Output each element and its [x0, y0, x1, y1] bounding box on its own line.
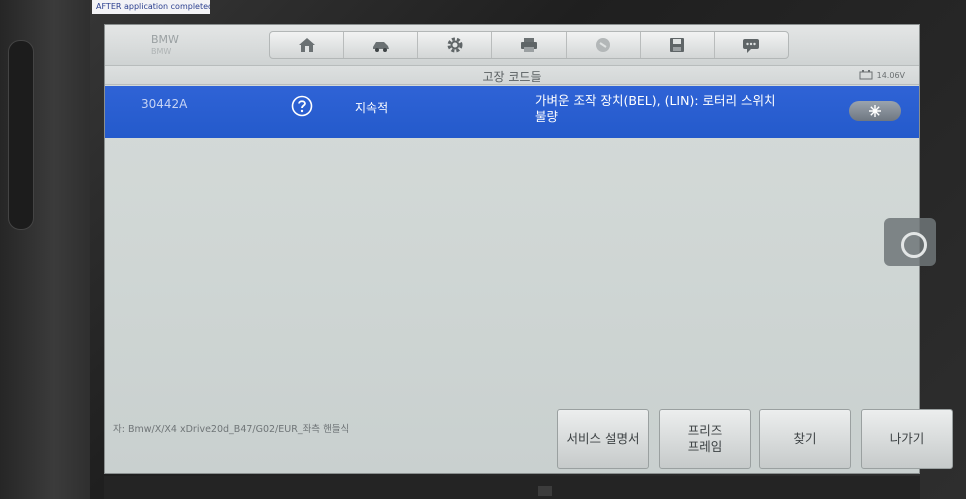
- printer-icon: [520, 38, 537, 52]
- freeze-frame-label: 프리즈 프레임: [688, 423, 723, 455]
- bottom-bezel: [104, 476, 920, 499]
- floating-assist-button[interactable]: [884, 218, 936, 266]
- help-button[interactable]: [567, 32, 641, 58]
- freeze-frame-label-line2: 프레임: [687, 439, 723, 454]
- vehicle-swap-button[interactable]: [344, 32, 419, 58]
- dtc-description-line2: 불량: [535, 109, 559, 124]
- battery-voltage: 14.06V: [876, 70, 905, 80]
- screen: BMW BMW 고장 코드들 14.06V 30442A 지속적 가벼운 조작 …: [104, 24, 953, 474]
- message-button[interactable]: [715, 32, 788, 58]
- save-button[interactable]: [641, 32, 715, 58]
- title-row: 고장 코드들 14.06V: [105, 65, 919, 85]
- toolbar: [269, 31, 789, 59]
- service-manual-button[interactable]: 서비스 설명서: [557, 409, 649, 469]
- dtc-status: 지속적: [355, 101, 389, 115]
- battery-icon: [859, 70, 873, 80]
- print-button[interactable]: [492, 32, 567, 58]
- page-title: 고장 코드들: [482, 70, 542, 84]
- dtc-description: 가벼운 조작 장치(BEL), (LIN): 로터리 스위치 불량: [535, 93, 845, 125]
- bottom-notch: [538, 486, 552, 496]
- dtc-code: 30442A: [141, 97, 188, 111]
- help-icon: [596, 38, 611, 52]
- vehicle-swap-icon: [372, 42, 389, 52]
- device-frame: AFTER application completed BMW BMW 고장 코…: [0, 0, 966, 499]
- vehicle-brand: BMW: [151, 33, 179, 46]
- message-icon: [743, 39, 760, 53]
- top-bar: BMW BMW: [105, 25, 919, 65]
- find-button[interactable]: 찾기: [759, 409, 851, 469]
- exit-button[interactable]: 나가기: [861, 409, 953, 469]
- settings-button[interactable]: [418, 32, 493, 58]
- snowflake-icon: [869, 105, 881, 117]
- dtc-row[interactable]: 30442A 지속적 가벼운 조작 장치(BEL), (LIN): 로터리 스위…: [105, 86, 919, 138]
- gear-icon: [447, 37, 463, 53]
- home-icon: [298, 38, 315, 52]
- battery-status: 14.06V: [859, 70, 905, 80]
- home-button[interactable]: [270, 32, 345, 58]
- freeze-frame-label-line1: 프리즈: [687, 423, 723, 438]
- application-sticker: AFTER application completed: [92, 0, 210, 14]
- dtc-description-line1: 가벼운 조작 장치(BEL), (LIN): 로터리 스위치: [535, 93, 776, 108]
- freeze-frame-indicator[interactable]: [849, 101, 901, 121]
- left-bezel: [0, 0, 90, 499]
- freeze-frame-button[interactable]: 프리즈 프레임: [659, 409, 751, 469]
- vehicle-path: 자: Bmw/X/X4 xDrive20d_B47/G02/EUR_좌측 핸들식: [113, 424, 350, 435]
- question-icon[interactable]: [291, 95, 313, 117]
- vehicle-sub: BMW: [151, 47, 172, 56]
- save-icon: [670, 38, 685, 52]
- side-grip: [8, 40, 34, 230]
